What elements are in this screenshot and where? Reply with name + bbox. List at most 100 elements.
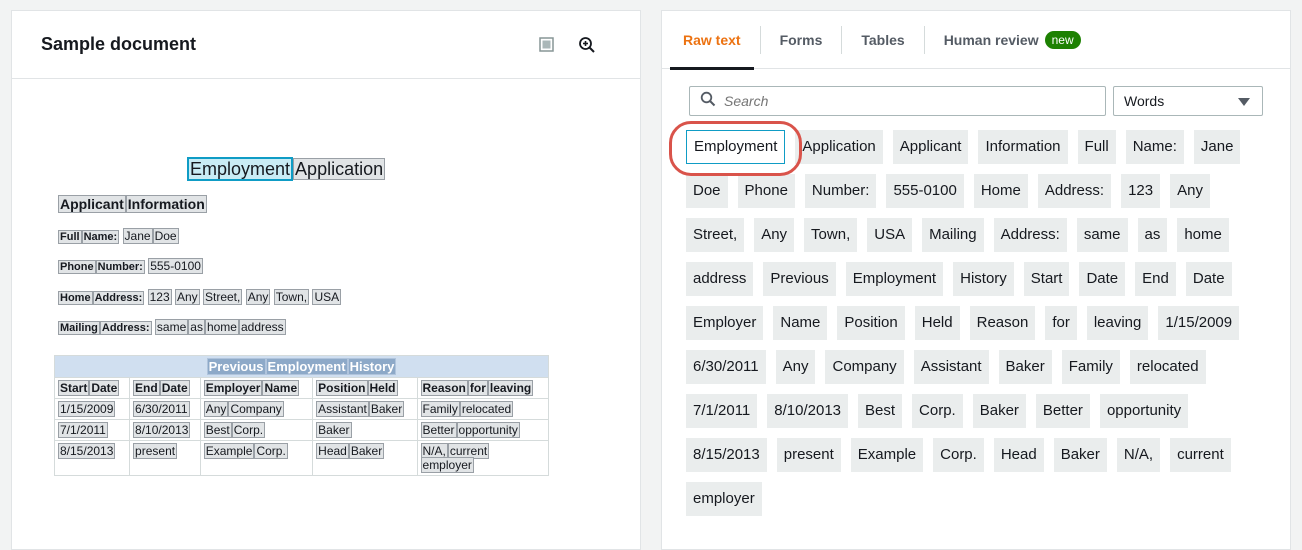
doc-word[interactable]: Baker <box>368 401 405 417</box>
word-chip[interactable]: 7/1/2011 <box>686 394 758 428</box>
doc-word[interactable]: Full <box>58 230 82 244</box>
word-chip[interactable]: Baker <box>1053 438 1107 472</box>
doc-word[interactable]: Baker <box>316 422 352 438</box>
doc-word[interactable]: 7/1/2011 <box>58 422 108 438</box>
doc-word[interactable]: Company <box>228 401 284 417</box>
word-chip[interactable]: home <box>1177 218 1229 252</box>
doc-word[interactable]: Corp. <box>254 443 288 459</box>
doc-word[interactable]: Name <box>262 380 300 396</box>
word-chip[interactable]: Jane <box>1193 130 1241 164</box>
doc-word[interactable]: Name: <box>81 230 120 244</box>
doc-word[interactable]: Position <box>316 380 368 396</box>
doc-word[interactable]: Any <box>174 289 200 305</box>
word-chip[interactable]: Doe <box>686 174 728 208</box>
word-chip[interactable]: End <box>1135 262 1176 296</box>
doc-word[interactable]: Mailing <box>58 321 100 335</box>
doc-word[interactable]: Example <box>203 443 255 459</box>
word-chip[interactable]: Baker <box>998 350 1052 384</box>
doc-word[interactable]: Street, <box>203 289 243 305</box>
doc-word[interactable]: Phone <box>58 260 96 274</box>
doc-word[interactable]: 8/10/2013 <box>133 422 191 438</box>
word-chip[interactable]: Employer <box>686 306 764 340</box>
doc-word[interactable]: Any <box>203 401 229 417</box>
word-chip[interactable]: Date <box>1079 262 1126 296</box>
doc-word[interactable]: History <box>347 358 397 375</box>
search-box[interactable] <box>689 86 1106 116</box>
word-chip[interactable]: address <box>686 262 754 296</box>
doc-word[interactable]: leaving <box>487 380 534 396</box>
word-chip[interactable]: Start <box>1023 262 1070 296</box>
word-chip[interactable]: Family <box>1061 350 1120 384</box>
doc-word[interactable]: Address: <box>99 321 152 335</box>
doc-word[interactable]: Date <box>89 380 120 396</box>
word-chip[interactable]: Reason <box>969 306 1036 340</box>
doc-word[interactable]: Corp. <box>231 422 266 438</box>
word-chip[interactable]: Application <box>795 130 883 164</box>
word-chip[interactable]: Information <box>978 130 1068 164</box>
word-chip[interactable]: current <box>1170 438 1231 472</box>
zoom-in-icon[interactable] <box>577 35 597 55</box>
word-chip[interactable]: 123 <box>1121 174 1161 208</box>
doc-word[interactable]: End <box>133 380 160 396</box>
word-chip[interactable]: opportunity <box>1099 394 1189 428</box>
word-chip[interactable]: Phone <box>737 174 795 208</box>
doc-word[interactable]: Employment <box>187 157 294 181</box>
word-chip[interactable]: as <box>1137 218 1168 252</box>
doc-word[interactable]: for <box>467 380 488 396</box>
word-chip[interactable]: Applicant <box>892 130 969 164</box>
doc-word[interactable]: Date <box>159 380 190 396</box>
word-chip[interactable]: Previous <box>763 262 836 296</box>
word-chip[interactable]: Baker <box>972 394 1026 428</box>
word-chip[interactable]: Town, <box>804 218 858 252</box>
granularity-select[interactable]: Words <box>1113 86 1263 116</box>
word-chip[interactable]: Address: <box>1037 174 1112 208</box>
word-chip[interactable]: Any <box>775 350 816 384</box>
word-chip[interactable]: leaving <box>1086 306 1149 340</box>
word-chip[interactable]: Home <box>973 174 1028 208</box>
doc-word[interactable]: Previous <box>206 358 266 375</box>
word-chip[interactable]: USA <box>867 218 913 252</box>
doc-word[interactable]: Held <box>367 380 398 396</box>
doc-word[interactable]: 6/30/2011 <box>133 401 190 417</box>
word-chip[interactable]: Assistant <box>913 350 989 384</box>
doc-word[interactable]: Any <box>245 289 271 305</box>
word-chip[interactable]: Better <box>1035 394 1090 428</box>
word-chip[interactable]: Employment <box>686 130 786 164</box>
word-chip[interactable]: Name: <box>1125 130 1184 164</box>
word-chip[interactable]: Position <box>837 306 905 340</box>
doc-word[interactable]: Reason <box>420 380 468 396</box>
doc-word[interactable]: home <box>204 319 239 335</box>
word-chip[interactable]: same <box>1076 218 1128 252</box>
doc-word[interactable]: relocated <box>459 401 514 417</box>
word-chip[interactable]: Corp. <box>912 394 963 428</box>
word-chip[interactable]: present <box>776 438 841 472</box>
word-chip[interactable]: employer <box>686 482 762 516</box>
word-chip[interactable]: Head <box>993 438 1044 472</box>
word-chip[interactable]: N/A, <box>1116 438 1161 472</box>
doc-word[interactable]: same <box>154 319 189 335</box>
word-chip[interactable]: 6/30/2011 <box>686 350 766 384</box>
doc-word[interactable]: Head <box>316 443 349 459</box>
doc-word[interactable]: opportunity <box>456 422 520 438</box>
doc-word[interactable]: 1/15/2009 <box>58 401 116 417</box>
word-chip[interactable]: Date <box>1185 262 1232 296</box>
word-chip[interactable]: 555-0100 <box>886 174 964 208</box>
word-chip[interactable]: Full <box>1077 130 1116 164</box>
doc-word[interactable]: Better <box>420 422 457 438</box>
doc-word[interactable]: Address: <box>92 291 145 305</box>
word-chip[interactable]: Example <box>850 438 924 472</box>
word-chip[interactable]: Address: <box>993 218 1067 252</box>
doc-word[interactable]: USA <box>312 289 342 305</box>
word-chip[interactable]: Any <box>754 218 795 252</box>
doc-word[interactable]: Assistant <box>316 401 369 417</box>
word-chip[interactable]: Any <box>1170 174 1210 208</box>
doc-word[interactable]: Number: <box>95 260 145 274</box>
doc-word[interactable]: 123 <box>147 289 172 305</box>
word-chip[interactable]: relocated <box>1129 350 1206 384</box>
word-chip[interactable]: History <box>953 262 1014 296</box>
doc-word[interactable]: Baker <box>348 443 385 459</box>
word-chip[interactable]: Mailing <box>922 218 984 252</box>
word-chip[interactable]: 8/10/2013 <box>767 394 849 428</box>
doc-word[interactable]: Applicant <box>58 195 126 213</box>
word-chip[interactable]: Company <box>825 350 904 384</box>
